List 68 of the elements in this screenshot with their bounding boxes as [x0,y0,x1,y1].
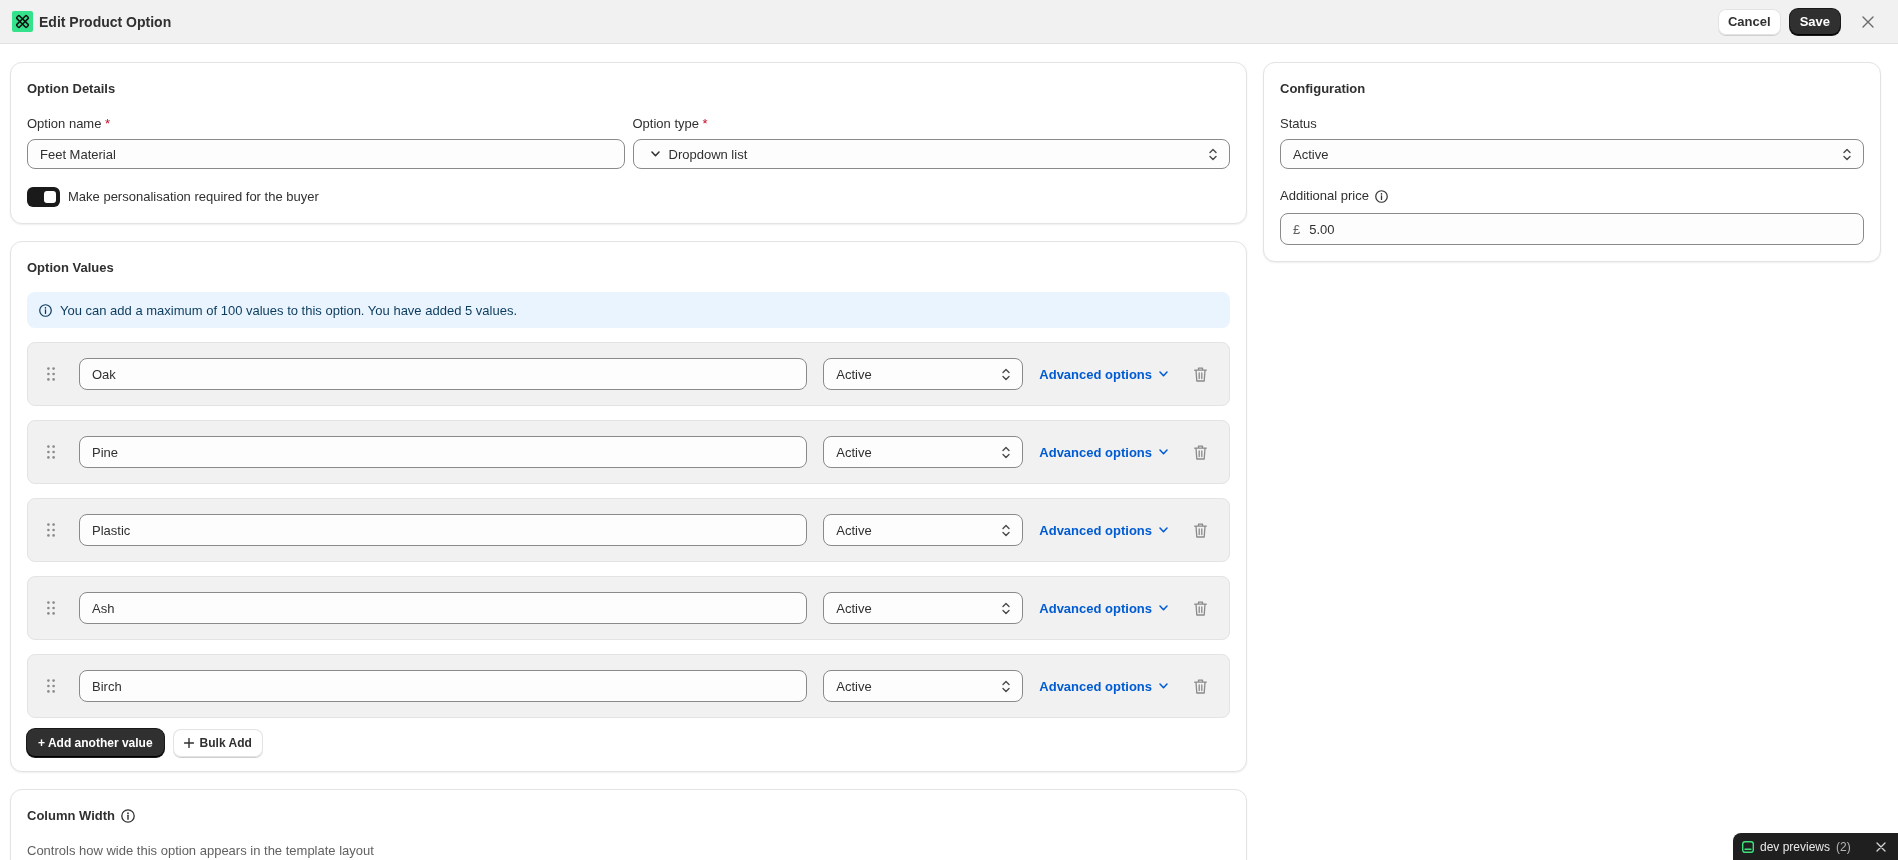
status-select[interactable]: Active [1280,139,1864,169]
status-select[interactable]: Active [823,592,1024,624]
dev-previews-label: dev previews [1760,839,1831,854]
up-down-chevron-icon [1002,601,1011,615]
drag-handle-icon[interactable] [47,601,55,615]
add-value-button[interactable]: + Add another value [27,729,164,757]
chevron-down-icon [1159,371,1168,377]
save-button[interactable]: Save [1789,8,1840,35]
advanced-options-link[interactable]: Advanced options [1039,366,1168,382]
status-select[interactable]: Active [823,436,1024,468]
drag-handle-icon[interactable] [47,367,55,381]
chevron-down-icon [650,151,660,157]
window-icon [1742,840,1754,853]
status-select[interactable]: Active [823,358,1024,390]
field-label: Additional price [1280,187,1369,205]
value-input[interactable]: Birch [79,670,808,702]
advanced-options-link[interactable]: Advanced options [1039,522,1168,538]
crossed-tools-icon [12,11,33,32]
value-input[interactable]: Oak [79,358,808,390]
field-label: Option name * [27,115,112,133]
drag-handle-icon[interactable] [47,523,55,537]
cancel-button[interactable]: Cancel [1718,8,1781,35]
value-input[interactable]: Pine [79,436,808,468]
advanced-options-link[interactable]: Advanced options [1039,600,1168,616]
up-down-chevron-icon [1843,147,1851,161]
notice-text: You can add a maximum of 100 values to this option. You have added 5 values. [60,302,517,318]
section-title: Configuration [1280,80,1367,98]
option-name-input[interactable]: Feet Material [27,139,625,169]
chevron-down-icon [1159,449,1168,455]
section-title: Option Details [27,80,117,98]
trash-icon[interactable] [1194,600,1207,616]
plus-icon [183,738,194,748]
advanced-options-link[interactable]: Advanced options [1039,444,1168,460]
chevron-down-icon [1159,683,1168,689]
price-input[interactable]: £ 5.00 [1280,213,1864,245]
field-label: Option type * [632,115,709,133]
trash-icon[interactable] [1194,366,1207,382]
info-icon [1374,189,1388,203]
status-select[interactable]: Active [823,670,1024,702]
bulk-add-button[interactable]: Bulk Add [172,729,263,757]
info-icon [121,809,135,823]
up-down-chevron-icon [1002,679,1011,693]
toggle-switch[interactable] [27,187,60,207]
description-text: Controls how wide this option appears in the template layout [27,842,375,860]
trash-icon[interactable] [1194,522,1207,538]
option-type-select[interactable]: Dropdown list [632,139,1230,169]
trash-icon[interactable] [1194,678,1207,694]
section-title: Column Width [27,807,115,825]
value-input[interactable]: Ash [79,592,808,624]
chevron-down-icon [1159,527,1168,533]
drag-handle-icon[interactable] [47,445,55,459]
toggle-label: Make personalisation required for the buyer [68,188,319,206]
dev-previews-bar[interactable]: dev previews (2) [1733,833,1898,860]
up-down-chevron-icon [1209,147,1217,161]
section-title: Option Values [27,259,115,277]
preview-count: (2) [1836,839,1851,854]
chevron-down-icon [1159,605,1168,611]
trash-icon[interactable] [1194,444,1207,460]
info-icon [39,303,52,317]
drag-handle-icon[interactable] [47,679,55,693]
status-select[interactable]: Active [823,514,1024,546]
up-down-chevron-icon [1002,367,1011,381]
up-down-chevron-icon [1002,445,1011,459]
advanced-options-link[interactable]: Advanced options [1039,678,1168,694]
value-input[interactable]: Plastic [79,514,808,546]
up-down-chevron-icon [1002,523,1011,537]
window-title: Edit Product Option [39,13,172,30]
field-label: Status [1280,115,1318,133]
